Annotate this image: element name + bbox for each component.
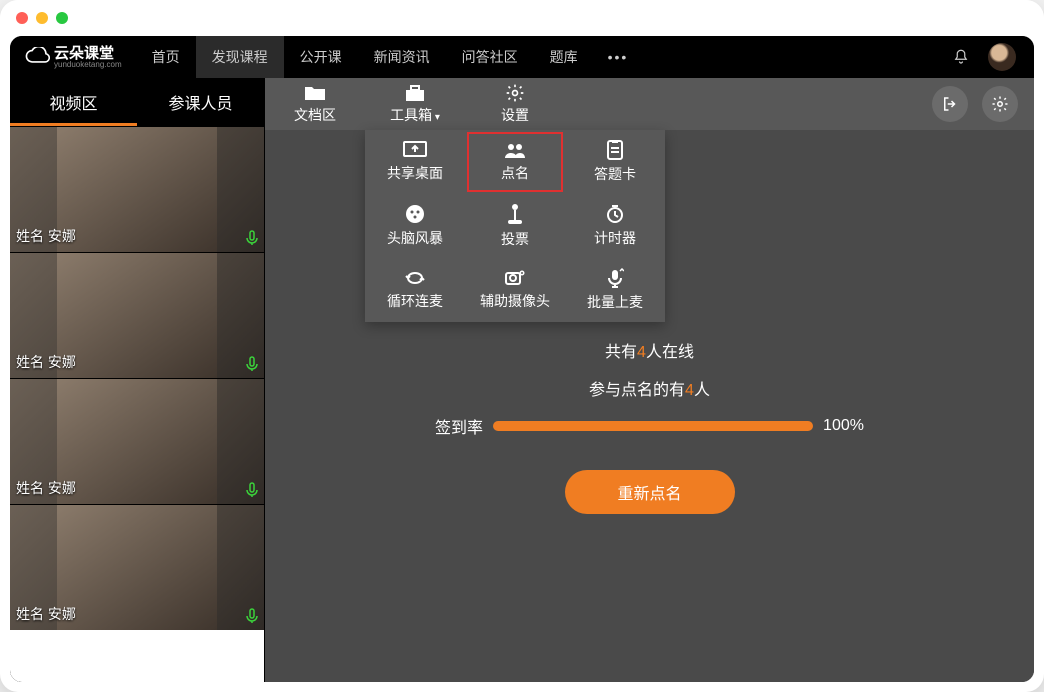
mic-icon[interactable] — [246, 608, 258, 624]
toolbox-icon — [404, 83, 426, 103]
rate-progress-bar — [493, 421, 813, 431]
toolbox-menu: 共享桌面 点名 答题卡 头脑风暴 — [365, 130, 665, 322]
participant-name: 姓名 安娜 — [16, 478, 76, 498]
video-tile[interactable]: 姓名 安娜 — [10, 126, 264, 252]
video-tile[interactable]: 姓名 安娜 — [10, 378, 264, 504]
tab-video-area[interactable]: 视频区 — [10, 78, 137, 126]
mic-icon[interactable] — [246, 356, 258, 372]
vote-icon — [505, 203, 525, 225]
nav-home[interactable]: 首页 — [136, 36, 196, 78]
video-thumb — [57, 253, 217, 378]
video-thumb — [57, 379, 217, 504]
nav-qa[interactable]: 问答社区 — [446, 36, 534, 78]
participant-name: 姓名 安娜 — [16, 604, 76, 624]
tool-share-screen[interactable]: 共享桌面 — [365, 130, 465, 194]
screen-share-icon — [403, 141, 427, 159]
minimize-dot[interactable] — [36, 12, 48, 24]
video-thumb — [57, 127, 217, 252]
tool-loop-mic[interactable]: 循环连麦 — [365, 258, 465, 322]
maximize-dot[interactable] — [56, 12, 68, 24]
mic-up-icon — [606, 268, 624, 288]
tool-vote[interactable]: 投票 — [465, 194, 565, 258]
tool-timer[interactable]: 计时器 — [565, 194, 665, 258]
mic-icon[interactable] — [246, 230, 258, 246]
brainstorm-icon — [405, 204, 425, 224]
tool-batch-mic[interactable]: 批量上麦 — [565, 258, 665, 322]
rate-value: 100% — [823, 417, 864, 435]
settings-circle-button[interactable] — [982, 86, 1018, 122]
camera-icon — [504, 269, 526, 287]
tool-brainstorm[interactable]: 头脑风暴 — [365, 194, 465, 258]
nav-open-class[interactable]: 公开课 — [284, 36, 358, 78]
close-dot[interactable] — [16, 12, 28, 24]
tool-aux-camera[interactable]: 辅助摄像头 — [465, 258, 565, 322]
brand-name: 云朵课堂 — [54, 46, 122, 61]
tool-answer-card[interactable]: 答题卡 — [565, 130, 665, 194]
participant-name: 姓名 安娜 — [16, 226, 76, 246]
video-list: 姓名 安娜 姓名 安娜 姓名 安娜 姓名 — [10, 126, 264, 682]
cloud-icon — [24, 47, 50, 67]
nav-discover[interactable]: 发现课程 — [196, 36, 284, 78]
video-tile[interactable]: 姓名 安娜 — [10, 252, 264, 378]
loop-icon — [404, 269, 426, 287]
card-icon — [605, 140, 625, 160]
video-tile-empty — [10, 630, 264, 682]
exit-icon — [941, 95, 959, 113]
tool-rollcall[interactable]: 点名 — [465, 130, 565, 194]
exit-button[interactable] — [932, 86, 968, 122]
brand-domain: yunduoketang.com — [54, 61, 122, 69]
user-avatar[interactable] — [988, 43, 1016, 71]
main-toolbar: 文档区 工具箱 设置 — [265, 78, 1034, 130]
docs-button[interactable]: 文档区 — [265, 78, 365, 130]
gear-icon — [991, 95, 1009, 113]
left-panel: 视频区 参课人员 姓名 安娜 姓名 安娜 — [10, 78, 265, 682]
main-panel: 文档区 工具箱 设置 — [265, 78, 1034, 682]
toolbox-button[interactable]: 工具箱 — [365, 78, 465, 130]
attendance-rate-row: 签到率 100% — [435, 414, 864, 438]
window-titlebar — [0, 0, 1044, 36]
attend-count-text: 参与点名的有4人 — [589, 376, 710, 400]
brand-logo[interactable]: 云朵课堂 yunduoketang.com — [10, 46, 136, 69]
rate-label: 签到率 — [435, 414, 483, 438]
tab-participants[interactable]: 参课人员 — [137, 78, 264, 126]
mic-icon[interactable] — [246, 482, 258, 498]
timer-icon — [605, 204, 625, 224]
video-tile[interactable]: 姓名 安娜 — [10, 504, 264, 630]
participant-name: 姓名 安娜 — [16, 352, 76, 372]
settings-button[interactable]: 设置 — [465, 78, 565, 130]
video-thumb — [57, 505, 217, 630]
nav-bank[interactable]: 题库 — [534, 36, 594, 78]
people-icon — [503, 141, 527, 159]
online-count-text: 共有4人在线 — [605, 338, 694, 362]
nav-more[interactable]: ••• — [594, 49, 643, 65]
bell-icon[interactable] — [952, 48, 970, 66]
top-nav: 云朵课堂 yunduoketang.com 首页 发现课程 公开课 新闻资讯 问… — [10, 36, 1034, 78]
folder-icon — [304, 83, 326, 103]
rollcall-again-button[interactable]: 重新点名 — [565, 470, 735, 514]
gear-icon — [505, 83, 525, 103]
nav-news[interactable]: 新闻资讯 — [358, 36, 446, 78]
